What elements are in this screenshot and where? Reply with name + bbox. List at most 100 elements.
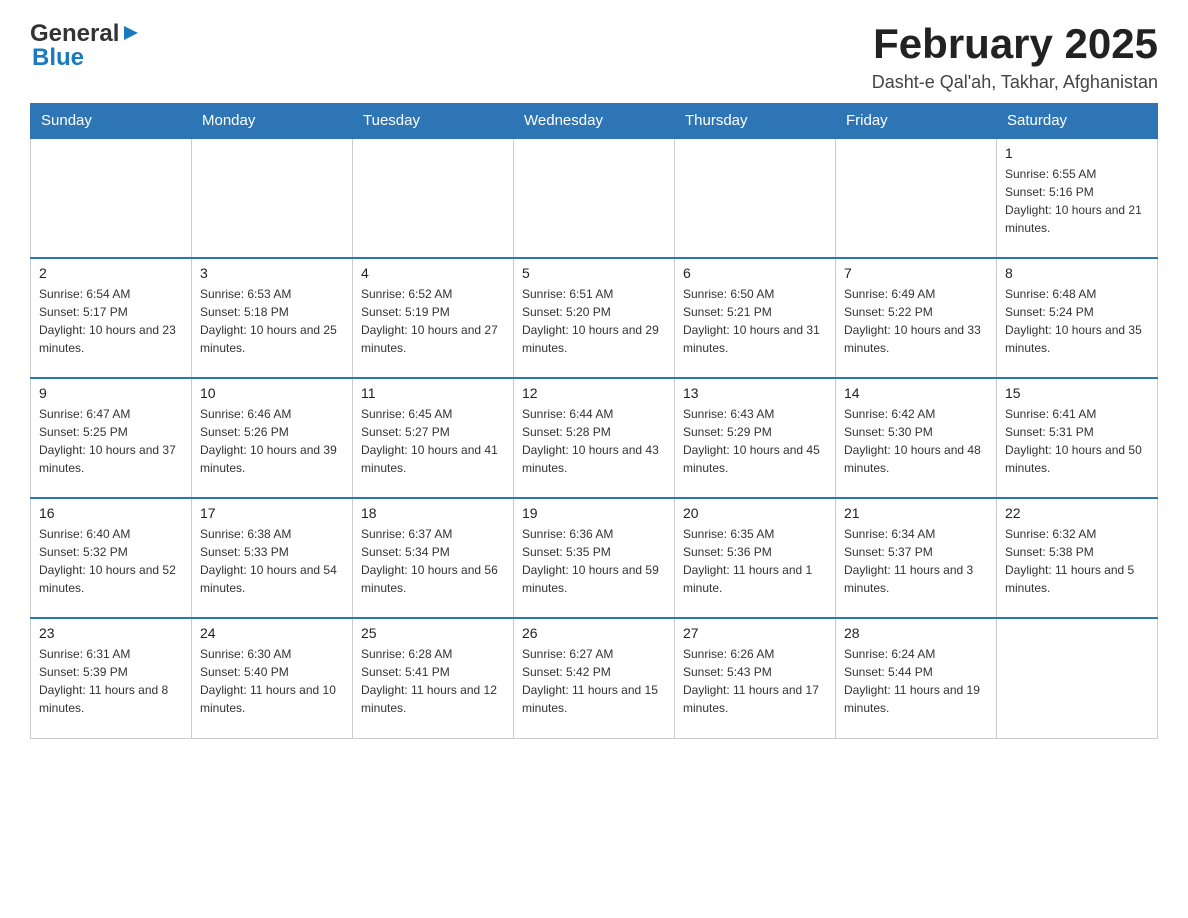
calendar-cell: 23 Sunrise: 6:31 AM Sunset: 5:39 PM Dayli… <box>31 618 192 738</box>
calendar-cell: 14Sunrise: 6:42 AM Sunset: 5:30 PM Dayli… <box>836 378 997 498</box>
day-info: Sunrise: 6:47 AM Sunset: 5:25 PM Dayligh… <box>39 405 183 477</box>
logo-arrow-icon <box>122 24 140 47</box>
calendar-table: SundayMondayTuesdayWednesdayThursdayFrid… <box>30 103 1158 739</box>
day-number: 2 <box>39 265 183 281</box>
day-info: Sunrise: 6:36 AM Sunset: 5:35 PM Dayligh… <box>522 525 666 597</box>
calendar-cell: 24Sunrise: 6:30 AM Sunset: 5:40 PM Dayli… <box>192 618 353 738</box>
day-number: 6 <box>683 265 827 281</box>
calendar-cell: 12 Sunrise: 6:44 AM Sunset: 5:28 PM Dayli… <box>514 378 675 498</box>
calendar-week-1: 1 Sunrise: 6:55 AM Sunset: 5:16 PM Daylig… <box>31 138 1158 258</box>
calendar-cell <box>675 138 836 258</box>
day-info: Sunrise: 6:34 AM Sunset: 5:37 PM Dayligh… <box>844 525 988 597</box>
calendar-cell: 3 Sunrise: 6:53 AM Sunset: 5:18 PM Daylig… <box>192 258 353 378</box>
day-info: Sunrise: 6:51 AM Sunset: 5:20 PM Dayligh… <box>522 285 666 357</box>
day-number: 27 <box>683 625 827 641</box>
day-info: Sunrise: 6:53 AM Sunset: 5:18 PM Dayligh… <box>200 285 344 357</box>
calendar-cell: 9 Sunrise: 6:47 AM Sunset: 5:25 PM Daylig… <box>31 378 192 498</box>
calendar-cell: 18 Sunrise: 6:37 AM Sunset: 5:34 PM Dayli… <box>353 498 514 618</box>
calendar-cell: 28 Sunrise: 6:24 AM Sunset: 5:44 PM Dayli… <box>836 618 997 738</box>
calendar-cell: 5 Sunrise: 6:51 AM Sunset: 5:20 PM Daylig… <box>514 258 675 378</box>
calendar-title: February 2025 <box>872 20 1158 68</box>
day-info: Sunrise: 6:26 AM Sunset: 5:43 PM Dayligh… <box>683 645 827 717</box>
calendar-cell: 10Sunrise: 6:46 AM Sunset: 5:26 PM Dayli… <box>192 378 353 498</box>
day-number: 25 <box>361 625 505 641</box>
day-info: Sunrise: 6:48 AM Sunset: 5:24 PM Dayligh… <box>1005 285 1149 357</box>
day-number: 4 <box>361 265 505 281</box>
calendar-cell: 15 Sunrise: 6:41 AM Sunset: 5:31 PM Dayli… <box>997 378 1158 498</box>
logo: General Blue <box>30 20 140 72</box>
calendar-cell: 22Sunrise: 6:32 AM Sunset: 5:38 PM Dayli… <box>997 498 1158 618</box>
day-info: Sunrise: 6:30 AM Sunset: 5:40 PM Dayligh… <box>200 645 344 717</box>
day-info: Sunrise: 6:35 AM Sunset: 5:36 PM Dayligh… <box>683 525 827 597</box>
day-number: 22 <box>1005 505 1149 521</box>
day-number: 5 <box>522 265 666 281</box>
day-number: 11 <box>361 385 505 401</box>
day-info: Sunrise: 6:27 AM Sunset: 5:42 PM Dayligh… <box>522 645 666 717</box>
day-info: Sunrise: 6:45 AM Sunset: 5:27 PM Dayligh… <box>361 405 505 477</box>
day-number: 12 <box>522 385 666 401</box>
calendar-cell <box>514 138 675 258</box>
day-number: 13 <box>683 385 827 401</box>
calendar-cell: 13 Sunrise: 6:43 AM Sunset: 5:29 PM Dayli… <box>675 378 836 498</box>
day-info: Sunrise: 6:42 AM Sunset: 5:30 PM Dayligh… <box>844 405 988 477</box>
day-number: 19 <box>522 505 666 521</box>
calendar-header-monday: Monday <box>192 104 353 139</box>
day-info: Sunrise: 6:52 AM Sunset: 5:19 PM Dayligh… <box>361 285 505 357</box>
calendar-cell: 21 Sunrise: 6:34 AM Sunset: 5:37 PM Dayli… <box>836 498 997 618</box>
day-number: 21 <box>844 505 988 521</box>
day-number: 1 <box>1005 145 1149 161</box>
day-info: Sunrise: 6:37 AM Sunset: 5:34 PM Dayligh… <box>361 525 505 597</box>
calendar-cell: 6 Sunrise: 6:50 AM Sunset: 5:21 PM Daylig… <box>675 258 836 378</box>
day-info: Sunrise: 6:43 AM Sunset: 5:29 PM Dayligh… <box>683 405 827 477</box>
calendar-cell: 2Sunrise: 6:54 AM Sunset: 5:17 PM Daylig… <box>31 258 192 378</box>
calendar-header-thursday: Thursday <box>675 104 836 139</box>
calendar-header-saturday: Saturday <box>997 104 1158 139</box>
day-number: 8 <box>1005 265 1149 281</box>
calendar-header-friday: Friday <box>836 104 997 139</box>
day-number: 9 <box>39 385 183 401</box>
calendar-cell: 7 Sunrise: 6:49 AM Sunset: 5:22 PM Daylig… <box>836 258 997 378</box>
calendar-header-row: SundayMondayTuesdayWednesdayThursdayFrid… <box>31 104 1158 139</box>
day-info: Sunrise: 6:24 AM Sunset: 5:44 PM Dayligh… <box>844 645 988 717</box>
day-number: 28 <box>844 625 988 641</box>
day-number: 3 <box>200 265 344 281</box>
calendar-cell: 27 Sunrise: 6:26 AM Sunset: 5:43 PM Dayli… <box>675 618 836 738</box>
calendar-week-4: 16Sunrise: 6:40 AM Sunset: 5:32 PM Dayli… <box>31 498 1158 618</box>
calendar-cell: 25 Sunrise: 6:28 AM Sunset: 5:41 PM Dayli… <box>353 618 514 738</box>
day-info: Sunrise: 6:41 AM Sunset: 5:31 PM Dayligh… <box>1005 405 1149 477</box>
day-info: Sunrise: 6:55 AM Sunset: 5:16 PM Dayligh… <box>1005 165 1149 237</box>
calendar-week-3: 9 Sunrise: 6:47 AM Sunset: 5:25 PM Daylig… <box>31 378 1158 498</box>
day-info: Sunrise: 6:40 AM Sunset: 5:32 PM Dayligh… <box>39 525 183 597</box>
day-info: Sunrise: 6:44 AM Sunset: 5:28 PM Dayligh… <box>522 405 666 477</box>
day-number: 18 <box>361 505 505 521</box>
calendar-cell: 16Sunrise: 6:40 AM Sunset: 5:32 PM Dayli… <box>31 498 192 618</box>
day-info: Sunrise: 6:49 AM Sunset: 5:22 PM Dayligh… <box>844 285 988 357</box>
day-info: Sunrise: 6:46 AM Sunset: 5:26 PM Dayligh… <box>200 405 344 477</box>
calendar-cell <box>997 618 1158 738</box>
day-number: 15 <box>1005 385 1149 401</box>
calendar-header-sunday: Sunday <box>31 104 192 139</box>
calendar-cell: 26 Sunrise: 6:27 AM Sunset: 5:42 PM Dayli… <box>514 618 675 738</box>
day-info: Sunrise: 6:28 AM Sunset: 5:41 PM Dayligh… <box>361 645 505 717</box>
calendar-cell <box>836 138 997 258</box>
calendar-cell: 20 Sunrise: 6:35 AM Sunset: 5:36 PM Dayli… <box>675 498 836 618</box>
calendar-cell: 17 Sunrise: 6:38 AM Sunset: 5:33 PM Dayli… <box>192 498 353 618</box>
day-number: 26 <box>522 625 666 641</box>
day-number: 23 <box>39 625 183 641</box>
calendar-cell <box>192 138 353 258</box>
day-info: Sunrise: 6:38 AM Sunset: 5:33 PM Dayligh… <box>200 525 344 597</box>
calendar-cell: 4 Sunrise: 6:52 AM Sunset: 5:19 PM Daylig… <box>353 258 514 378</box>
day-info: Sunrise: 6:31 AM Sunset: 5:39 PM Dayligh… <box>39 645 183 717</box>
calendar-cell: 1 Sunrise: 6:55 AM Sunset: 5:16 PM Daylig… <box>997 138 1158 258</box>
calendar-header-wednesday: Wednesday <box>514 104 675 139</box>
logo-text-blue: Blue <box>32 44 84 72</box>
day-number: 20 <box>683 505 827 521</box>
calendar-cell: 19 Sunrise: 6:36 AM Sunset: 5:35 PM Dayli… <box>514 498 675 618</box>
calendar-header-tuesday: Tuesday <box>353 104 514 139</box>
page-header: General Blue February 2025 Dasht-e Qal'a… <box>30 20 1158 93</box>
day-number: 17 <box>200 505 344 521</box>
day-info: Sunrise: 6:50 AM Sunset: 5:21 PM Dayligh… <box>683 285 827 357</box>
calendar-cell <box>353 138 514 258</box>
title-section: February 2025 Dasht-e Qal'ah, Takhar, Af… <box>872 20 1158 93</box>
day-number: 7 <box>844 265 988 281</box>
